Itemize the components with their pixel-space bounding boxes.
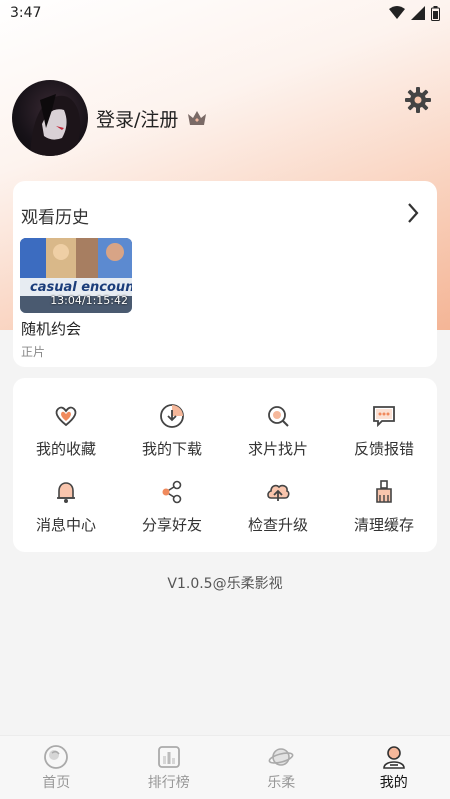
feature-label: 消息中心 [35,515,96,534]
message-icon [373,405,395,427]
bell-icon [57,481,75,503]
history-progress: 13:04/1:15:42 [50,294,128,307]
feature-favorites[interactable]: 我的收藏 [13,392,119,468]
tab-label: 我的 [379,774,408,791]
cloud-upload-icon [267,484,290,501]
tab-lerou[interactable]: 乐柔 [225,736,338,799]
history-title: 观看历史 [21,208,89,228]
tab-label: 乐柔 [267,774,296,791]
history-movie-title[interactable]: 随机约会 [21,318,81,339]
crown-icon [188,111,207,125]
feature-feedback[interactable]: 反馈报错 [331,392,437,468]
status-bar: 3:47 [0,0,450,26]
feature-label: 分享好友 [141,515,202,534]
feature-clear-cache[interactable]: 清理缓存 [331,468,437,544]
planet-icon [268,747,294,766]
feature-grid: 我的收藏 我的下载 求片找片 反馈报错 消息中心 分享好友 检查升级 清理缓存 [13,378,437,552]
ranking-icon [157,745,180,768]
watch-history-card: 观看历史 casual encounters 13:04/1:15:42 随机约… [13,181,437,367]
avatar-art-icon [30,94,81,156]
heart-icon [55,406,77,426]
home-icon [44,744,69,769]
poster-title-text: casual encounters [30,280,132,295]
feature-downloads[interactable]: 我的下载 [119,392,225,468]
tab-home[interactable]: 首页 [0,736,113,799]
feature-label: 检查升级 [247,515,308,534]
broom-icon [376,479,392,503]
profile-section[interactable]: 登录/注册 [12,80,208,156]
feature-label: 反馈报错 [353,439,414,458]
feature-label: 我的收藏 [35,439,96,458]
feature-label: 清理缓存 [353,515,414,534]
history-movie-subtitle: 正片 [21,345,46,359]
status-icons [389,5,440,21]
login-register-link[interactable]: 登录/注册 [96,105,178,132]
signal-icon [411,6,425,20]
history-poster[interactable]: casual encounters 13:04/1:15:42 [20,238,132,313]
wifi-icon [389,6,405,19]
bottom-tab-bar: 首页 排行榜 乐柔 我的 [0,735,450,799]
share-icon [162,480,182,503]
feature-check-update[interactable]: 检查升级 [225,468,331,544]
feature-messages[interactable]: 消息中心 [13,468,119,544]
search-icon [268,405,289,427]
avatar[interactable] [12,80,88,156]
profile-icon [382,745,405,769]
status-time: 3:47 [10,5,42,21]
tab-label: 排行榜 [147,774,190,791]
feature-request-movie[interactable]: 求片找片 [225,392,331,468]
feature-label: 我的下载 [141,439,202,458]
battery-icon [431,5,440,21]
feature-share[interactable]: 分享好友 [119,468,225,544]
download-icon [160,403,184,428]
tab-mine[interactable]: 我的 [338,736,450,799]
version-text: V1.0.5@乐柔影视 [167,576,283,592]
tab-ranking[interactable]: 排行榜 [113,736,226,799]
chevron-right-icon[interactable] [405,201,421,225]
tab-label: 首页 [42,774,71,791]
feature-label: 求片找片 [247,439,308,458]
settings-gear-icon[interactable] [404,86,432,114]
